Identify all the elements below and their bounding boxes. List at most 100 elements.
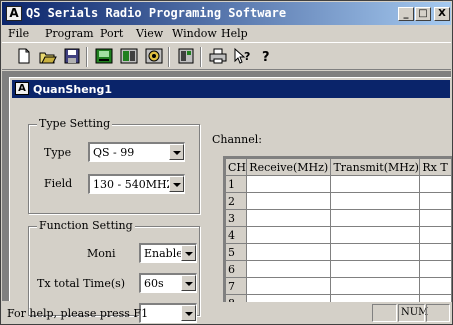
transmit-cell[interactable] (330, 277, 421, 295)
rx-tone-cell[interactable] (419, 294, 452, 302)
receive-cell[interactable] (246, 192, 332, 210)
child-title-bar[interactable]: A QuanSheng1 (12, 80, 450, 98)
receive-cell[interactable] (246, 243, 332, 261)
receive-cell[interactable] (246, 175, 332, 193)
type-setting-label: Type Setting (37, 117, 113, 130)
receive-cell[interactable] (246, 226, 332, 244)
child-app-logo-icon[interactable]: A (15, 82, 29, 95)
row-number: 2 (225, 192, 248, 210)
transmit-cell[interactable] (330, 226, 421, 244)
new-icon[interactable] (14, 47, 34, 65)
rx-tone-cell[interactable] (419, 175, 452, 193)
table-row[interactable]: 1 (225, 175, 452, 193)
field-label: Field (44, 177, 73, 190)
radio-model-icon[interactable] (176, 47, 196, 65)
toolbar: ? ? (2, 42, 451, 70)
status-panel-caps (372, 304, 397, 322)
menu-file[interactable]: File (8, 27, 29, 40)
window-title: QS Serials Radio Programing Software (26, 6, 287, 20)
table-row[interactable]: 4 (225, 226, 452, 244)
type-select[interactable]: QS - 99 (88, 142, 185, 162)
table-row[interactable]: 3 (225, 209, 452, 227)
column-header-rx-tone[interactable]: Rx T (419, 158, 452, 176)
settings-icon[interactable] (144, 47, 164, 65)
transmit-cell[interactable] (330, 209, 421, 227)
context-help-icon[interactable]: ? (232, 47, 252, 65)
row-number: 3 (225, 209, 248, 227)
transmit-cell[interactable] (330, 192, 421, 210)
row-number: 1 (225, 175, 248, 193)
close-button[interactable]: X (434, 7, 450, 21)
chevron-down-icon[interactable] (181, 245, 196, 261)
mdi-workspace: A QuanSheng1 Type Setting Type QS - 99 F… (2, 71, 452, 323)
status-panel-num: NUM (398, 304, 428, 322)
type-label: Type (44, 146, 72, 159)
moni-value: Enable (144, 247, 183, 260)
menu-bar: File Program Port View Window Help (2, 25, 451, 42)
app-logo-icon[interactable]: A (6, 6, 22, 21)
save-icon[interactable] (62, 47, 82, 65)
row-number: 5 (225, 243, 248, 261)
tx-total-time-select[interactable]: 60s (139, 273, 197, 293)
write-radio-icon[interactable] (119, 47, 139, 65)
status-message: For help, please press F1 (7, 307, 149, 320)
open-icon[interactable] (38, 47, 58, 65)
column-header-ch[interactable]: CH (225, 158, 248, 176)
minimize-button[interactable]: _ (398, 7, 414, 21)
receive-cell[interactable] (246, 277, 332, 295)
menu-program[interactable]: Program (45, 27, 94, 40)
rx-tone-cell[interactable] (419, 226, 452, 244)
menu-view[interactable]: View (136, 27, 163, 40)
row-number: 6 (225, 260, 248, 278)
rx-tone-cell[interactable] (419, 277, 452, 295)
read-radio-icon[interactable] (94, 47, 114, 65)
receive-cell[interactable] (246, 260, 332, 278)
receive-cell[interactable] (246, 294, 332, 302)
row-number: 7 (225, 277, 248, 295)
type-value: QS - 99 (93, 146, 135, 159)
row-number: 4 (225, 226, 248, 244)
channel-label: Channel: (212, 133, 262, 146)
column-header-receive[interactable]: Receive(MHz) (246, 158, 332, 176)
rx-tone-cell[interactable] (419, 209, 452, 227)
menu-help[interactable]: Help (221, 27, 248, 40)
chevron-down-icon[interactable] (169, 144, 184, 160)
rx-tone-cell[interactable] (419, 260, 452, 278)
field-value: 130 - 540MHZ (93, 178, 175, 191)
column-header-transmit[interactable]: Transmit(MHz) (330, 158, 421, 176)
moni-label: Moni (87, 247, 116, 260)
chevron-down-icon[interactable] (181, 275, 196, 291)
about-icon[interactable]: ? (256, 47, 276, 65)
maximize-button[interactable]: □ (415, 7, 431, 21)
svg-text:?: ? (244, 50, 250, 63)
table-row[interactable]: 5 (225, 243, 452, 261)
row-number: 8 (225, 294, 248, 302)
child-window-quansheng1: A QuanSheng1 Type Setting Type QS - 99 F… (9, 77, 452, 323)
table-row[interactable]: 6 (225, 260, 452, 278)
transmit-cell[interactable] (330, 175, 421, 193)
table-row[interactable]: 2 (225, 192, 452, 210)
table-row[interactable]: 7 (225, 277, 452, 295)
main-window: A QS Serials Radio Programing Software _… (0, 0, 453, 325)
table-row[interactable]: 8 (225, 294, 452, 302)
field-select[interactable]: 130 - 540MHZ (88, 174, 185, 194)
tx-total-time-label: Tx total Time(s) (37, 277, 126, 290)
rx-tone-cell[interactable] (419, 243, 452, 261)
print-icon[interactable] (208, 47, 228, 65)
title-bar[interactable]: A QS Serials Radio Programing Software _… (2, 2, 451, 25)
status-panel-scroll (426, 304, 450, 322)
moni-select[interactable]: Enable (139, 243, 197, 263)
transmit-cell[interactable] (330, 294, 421, 302)
transmit-cell[interactable] (330, 243, 421, 261)
function-setting-label: Function Setting (37, 219, 135, 232)
channel-grid[interactable]: CH Receive(MHz) Transmit(MHz) Rx T 1 2 3… (223, 156, 452, 302)
menu-window[interactable]: Window (172, 27, 217, 40)
type-setting-group: Type Setting Type QS - 99 Field 130 - 54… (28, 117, 200, 214)
status-bar: For help, please press F1 NUM (2, 303, 451, 323)
grid-header-row: CH Receive(MHz) Transmit(MHz) Rx T (225, 158, 452, 176)
rx-tone-cell[interactable] (419, 192, 452, 210)
menu-port[interactable]: Port (100, 27, 123, 40)
chevron-down-icon[interactable] (169, 176, 184, 192)
transmit-cell[interactable] (330, 260, 421, 278)
receive-cell[interactable] (246, 209, 332, 227)
